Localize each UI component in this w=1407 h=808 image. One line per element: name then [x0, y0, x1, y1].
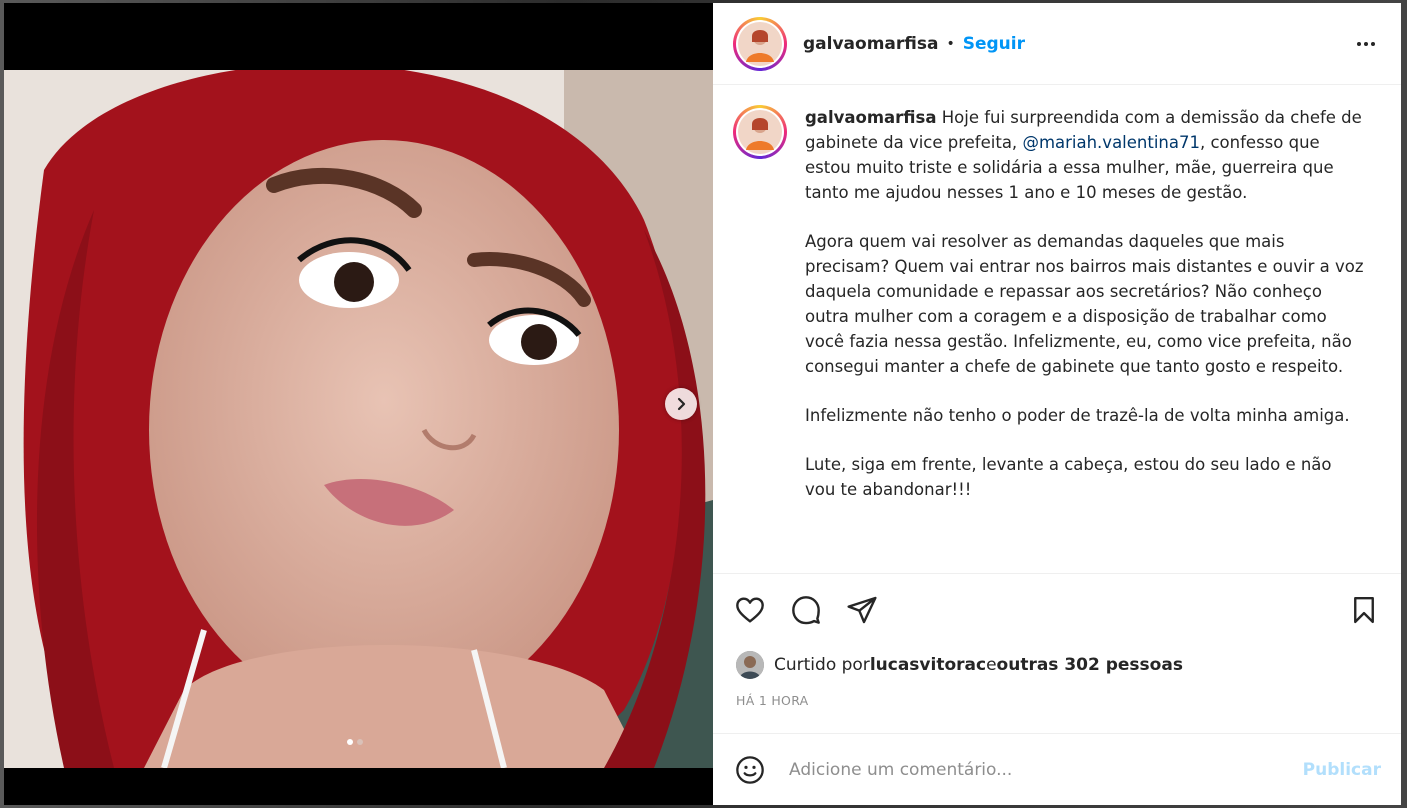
comment-input[interactable] [787, 758, 1303, 781]
carousel-dot-active [347, 739, 353, 745]
caption-paragraph-3: Infelizmente não tenho o poder de trazê-… [805, 406, 1350, 425]
more-options-button[interactable] [1351, 36, 1381, 52]
caption-paragraph-4: Lute, siga em frente, levante a cabeça, … [805, 455, 1332, 499]
liker-username[interactable]: lucasvitorac [870, 655, 986, 675]
likes-others-link[interactable]: outras 302 pessoas [997, 655, 1183, 675]
publish-button[interactable]: Publicar [1303, 760, 1381, 780]
chevron-right-icon [677, 397, 686, 411]
caption-author-avatar[interactable] [733, 105, 787, 159]
post-timestamp[interactable]: HÁ 1 HORA [713, 693, 1401, 733]
like-button[interactable] [733, 593, 767, 627]
comment-button[interactable] [789, 593, 823, 627]
caption-username[interactable]: galvaomarfisa [805, 108, 936, 127]
caption-paragraph-2: Agora quem vai resolver as demandas daqu… [805, 232, 1364, 376]
liker-avatar[interactable] [736, 651, 764, 679]
smiley-icon [736, 755, 764, 784]
share-button[interactable] [845, 593, 879, 627]
post-photo [4, 70, 713, 768]
carousel-dot [357, 739, 363, 745]
follow-button[interactable]: Seguir [963, 34, 1025, 54]
heart-icon [736, 596, 764, 623]
next-image-button[interactable] [665, 388, 697, 420]
post-header: galvaomarfisa • Seguir [713, 3, 1401, 85]
more-horizontal-icon [1357, 41, 1361, 46]
author-username[interactable]: galvaomarfisa [803, 34, 938, 54]
bookmark-icon [1354, 596, 1374, 623]
likes-middle: e [986, 655, 997, 675]
likes-prefix: Curtido por [774, 655, 870, 675]
carousel-indicator [347, 739, 363, 745]
post-caption: galvaomarfisa Hoje fui surpreendida com … [713, 85, 1401, 573]
mention-link[interactable]: @mariah.valentina71 [1022, 133, 1200, 152]
caption-paragraph-1: galvaomarfisa Hoje fui surpreendida com … [805, 105, 1365, 205]
emoji-button[interactable] [733, 753, 767, 787]
paper-plane-icon [847, 596, 877, 623]
author-avatar[interactable] [733, 16, 787, 71]
likes-summary: Curtido por lucasvitorac e outras 302 pe… [713, 645, 1401, 685]
caption-text: galvaomarfisa Hoje fui surpreendida com … [805, 105, 1365, 573]
post-actions-bar [713, 573, 1401, 645]
header-separator: • [946, 35, 955, 52]
save-button[interactable] [1347, 593, 1381, 627]
comment-icon [792, 595, 820, 624]
post-side-panel: galvaomarfisa • Seguir galvaomarfisa Hoj… [713, 3, 1401, 805]
post-media [4, 3, 713, 805]
post-modal: galvaomarfisa • Seguir galvaomarfisa Hoj… [4, 3, 1401, 805]
comment-bar: Publicar [713, 733, 1401, 805]
